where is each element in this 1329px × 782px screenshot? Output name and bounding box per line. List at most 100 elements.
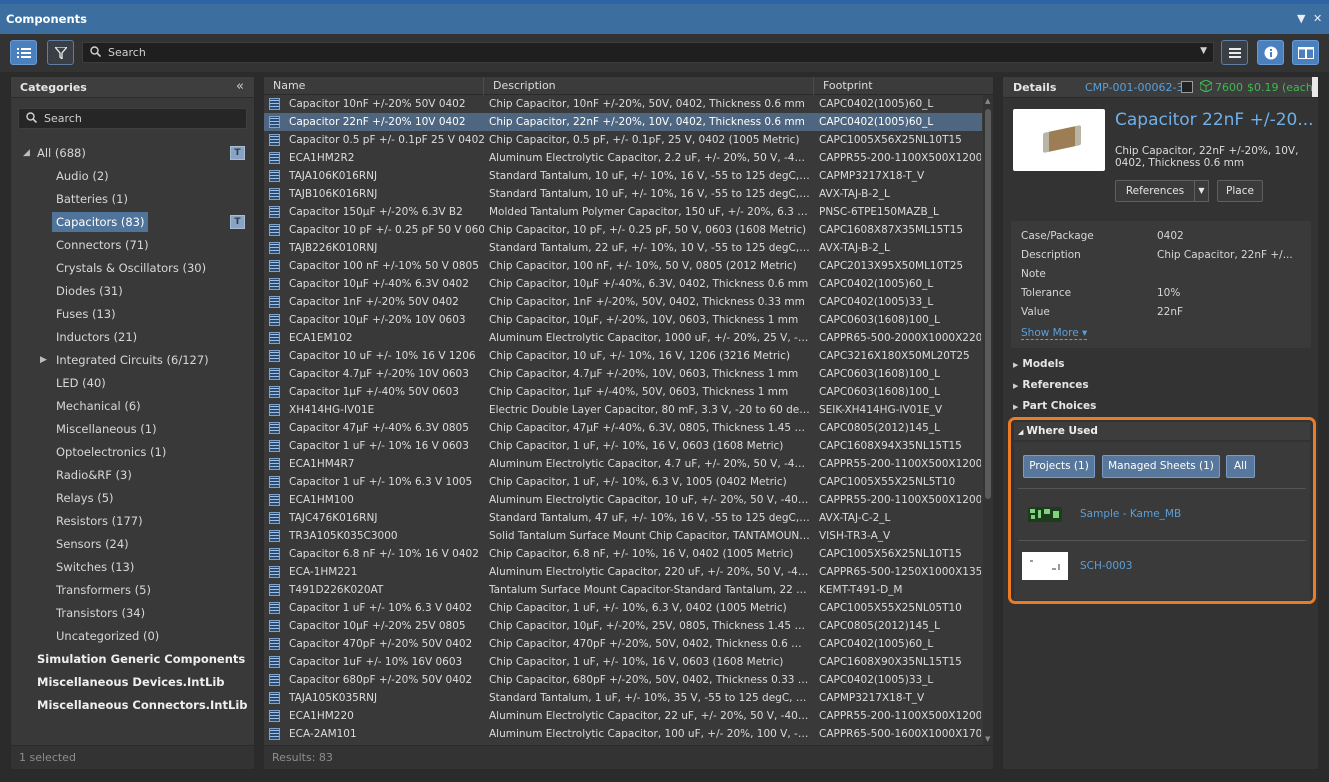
table-row[interactable]: XH414HG-IV01E Electric Double Layer Capac… (264, 401, 982, 419)
column-header-footprint[interactable]: Footprint (823, 79, 873, 92)
search-dropdown-icon[interactable]: ▼ (1200, 46, 1207, 56)
managed-sheets-filter-button[interactable]: Managed Sheets (1) (1102, 455, 1220, 478)
table-row[interactable]: Capacitor 6.8 nF +/- 10% 16 V 0402 Chip C… (264, 545, 982, 563)
column-header-name[interactable]: Name (273, 79, 305, 92)
table-row[interactable]: TAJB106K016RNJ Standard Tantalum, 10 uF, … (264, 185, 982, 203)
list-view-button[interactable] (10, 40, 37, 65)
section-models[interactable]: ▶ Models (1013, 358, 1065, 370)
where-used-sheet-link[interactable]: SCH-0003 (1080, 560, 1132, 572)
table-row[interactable]: Capacitor 1nF +/-20% 50V 0402 Chip Capaci… (264, 293, 982, 311)
show-more-link[interactable]: Show More ▾ (1021, 327, 1088, 340)
close-icon[interactable]: ✕ (1313, 12, 1322, 25)
expand-arrow-icon[interactable]: ▶ (40, 350, 47, 370)
category-item[interactable]: Audio (2) (11, 166, 254, 186)
table-row[interactable]: ECA1HM2R2 Aluminum Electrolytic Capacitor… (264, 149, 982, 167)
category-item[interactable]: Inductors (21) (11, 327, 254, 347)
category-item[interactable]: Miscellaneous (1) (11, 419, 254, 439)
table-row[interactable]: Capacitor 470pF +/-20% 50V 0402 Chip Capa… (264, 635, 982, 653)
category-item[interactable]: Simulation Generic Components (11, 649, 254, 669)
table-row[interactable]: ECA1EM102 Aluminum Electrolytic Capacitor… (264, 329, 982, 347)
details-pane-button[interactable] (1292, 40, 1319, 65)
panel-menu-icon[interactable]: ▼ (1297, 12, 1305, 25)
table-row[interactable]: Capacitor 10µF +/-40% 6.3V 0402 Chip Capa… (264, 275, 982, 293)
sheet-thumbnail[interactable] (1022, 552, 1068, 580)
table-row[interactable]: Capacitor 100 nF +/-10% 50 V 0805 Chip Ca… (264, 257, 982, 275)
info-button[interactable] (1257, 40, 1284, 65)
table-row[interactable]: Capacitor 47µF +/-40% 6.3V 0805 Chip Capa… (264, 419, 982, 437)
category-item[interactable]: Sensors (24) (11, 534, 254, 554)
table-row[interactable]: Capacitor 10µF +/-20% 25V 0805 Chip Capac… (264, 617, 982, 635)
section-part-choices[interactable]: ▶ Part Choices (1013, 400, 1096, 412)
place-button[interactable]: Place (1217, 180, 1263, 202)
category-item[interactable]: Relays (5) (11, 488, 254, 508)
category-item[interactable]: Connectors (71) (11, 235, 254, 255)
category-item[interactable]: Uncategorized (0) (11, 626, 254, 646)
where-used-header[interactable]: ◢ Where Used (1014, 422, 1310, 440)
table-row[interactable]: TAJA105K035RNJ Standard Tantalum, 1 uF, +… (264, 689, 982, 707)
table-row[interactable]: T491D226K020AT Tantalum Surface Mount Cap… (264, 581, 982, 599)
filter-button[interactable] (47, 40, 74, 65)
search-input[interactable]: Search ▼ (82, 42, 1214, 63)
category-item[interactable]: Mechanical (6) (11, 396, 254, 416)
column-divider[interactable] (483, 77, 484, 95)
table-row[interactable]: ECA-2AM101 Aluminum Electrolytic Capacito… (264, 725, 982, 743)
table-row[interactable]: Capacitor 10 pF +/- 0.25 pF 50 V 0603 Chi… (264, 221, 982, 239)
table-row[interactable]: Capacitor 10 uF +/- 10% 16 V 1206 Chip Ca… (264, 347, 982, 365)
projects-filter-button[interactable]: Projects (1) (1023, 455, 1095, 478)
category-item[interactable]: Diodes (31) (11, 281, 254, 301)
table-row[interactable]: TAJC476K016RNJ Standard Tantalum, 47 uF, … (264, 509, 982, 527)
category-item[interactable]: Fuses (13) (11, 304, 254, 324)
category-item[interactable]: Capacitors (83) T (11, 212, 254, 232)
table-row[interactable]: ECA-1HM221 Aluminum Electrolytic Capacito… (264, 563, 982, 581)
expand-arrow-icon[interactable]: ◢ (23, 143, 30, 163)
table-row[interactable]: TAJB226K010RNJ Standard Tantalum, 22 uF, … (264, 239, 982, 257)
table-row[interactable]: Capacitor 1 uF +/- 10% 6.3 V 1005 Chip Ca… (264, 473, 982, 491)
column-divider[interactable] (813, 77, 814, 95)
references-dropdown-icon[interactable]: ▼ (1194, 180, 1209, 202)
references-button[interactable]: References (1115, 180, 1195, 202)
table-row[interactable]: ECA1HM220 Aluminum Electrolytic Capacitor… (264, 707, 982, 725)
table-row[interactable]: TAJA106K016RNJ Standard Tantalum, 10 uF, … (264, 167, 982, 185)
column-header-description[interactable]: Description (493, 79, 556, 92)
table-row[interactable]: ECA1HM4R7 Aluminum Electrolytic Capacitor… (264, 455, 982, 473)
category-item[interactable]: ▶ Integrated Circuits (6/127) (11, 350, 254, 370)
scroll-down-icon[interactable]: ▼ (985, 735, 990, 743)
table-row[interactable]: Capacitor 1uF +/- 10% 16V 0603 Chip Capac… (264, 653, 982, 671)
category-item[interactable]: LED (40) (11, 373, 254, 393)
category-item[interactable]: Batteries (1) (11, 189, 254, 209)
project-thumbnail[interactable] (1022, 501, 1068, 529)
scrollbar-thumb[interactable] (985, 109, 991, 499)
type-filter-badge[interactable]: T (230, 146, 245, 160)
scroll-up-icon[interactable]: ▲ (985, 97, 990, 105)
table-row[interactable]: Capacitor 4.7µF +/-20% 10V 0603 Chip Capa… (264, 365, 982, 383)
category-item[interactable]: Crystals & Oscillators (30) (11, 258, 254, 278)
category-item[interactable]: Switches (13) (11, 557, 254, 577)
table-row[interactable]: Capacitor 22nF +/-20% 10V 0402 Chip Capac… (264, 113, 982, 131)
category-item[interactable]: Transformers (5) (11, 580, 254, 600)
table-row[interactable]: ECA1HM100 Aluminum Electrolytic Capacitor… (264, 491, 982, 509)
category-item[interactable]: Optoelectronics (1) (11, 442, 254, 462)
category-item[interactable]: Miscellaneous Connectors.IntLib (11, 695, 254, 715)
table-row[interactable]: Capacitor 10nF +/-20% 50V 0402 Chip Capac… (264, 95, 982, 113)
category-item[interactable]: Radio&RF (3) (11, 465, 254, 485)
where-used-project-link[interactable]: Sample - Kame_MB (1080, 508, 1181, 520)
type-filter-badge[interactable]: T (230, 215, 245, 229)
collapse-panel-icon[interactable]: « (236, 79, 244, 94)
table-row[interactable]: Capacitor 0.5 pF +/- 0.1pF 25 V 0402 Chip… (264, 131, 982, 149)
category-item[interactable]: Miscellaneous Devices.IntLib (11, 672, 254, 692)
all-filter-button[interactable]: All (1226, 455, 1255, 478)
table-row[interactable]: Capacitor 150µF +/-20% 6.3V B2 Molded Tan… (264, 203, 982, 221)
table-row[interactable]: Capacitor 1 uF +/- 10% 6.3 V 0402 Chip Ca… (264, 599, 982, 617)
category-search-input[interactable]: Search (18, 108, 247, 129)
category-item[interactable]: ◢ All (688) T (11, 143, 254, 163)
table-row[interactable]: Capacitor 680pF +/-20% 50V 0402 Chip Capa… (264, 671, 982, 689)
menu-button[interactable] (1221, 40, 1248, 65)
list-scrollbar[interactable]: ▲ ▼ (983, 95, 993, 745)
table-row[interactable]: Capacitor 1 uF +/- 10% 16 V 0603 Chip Cap… (264, 437, 982, 455)
category-item[interactable]: Resistors (177) (11, 511, 254, 531)
table-row[interactable]: Capacitor 10µF +/-20% 10V 0603 Chip Capac… (264, 311, 982, 329)
table-row[interactable]: Capacitor 1µF +/-40% 50V 0603 Chip Capaci… (264, 383, 982, 401)
section-references[interactable]: ▶ References (1013, 379, 1089, 391)
compare-checkbox[interactable] (1181, 81, 1193, 93)
table-row[interactable]: TR3A105K035C3000 Solid Tantalum Surface M… (264, 527, 982, 545)
